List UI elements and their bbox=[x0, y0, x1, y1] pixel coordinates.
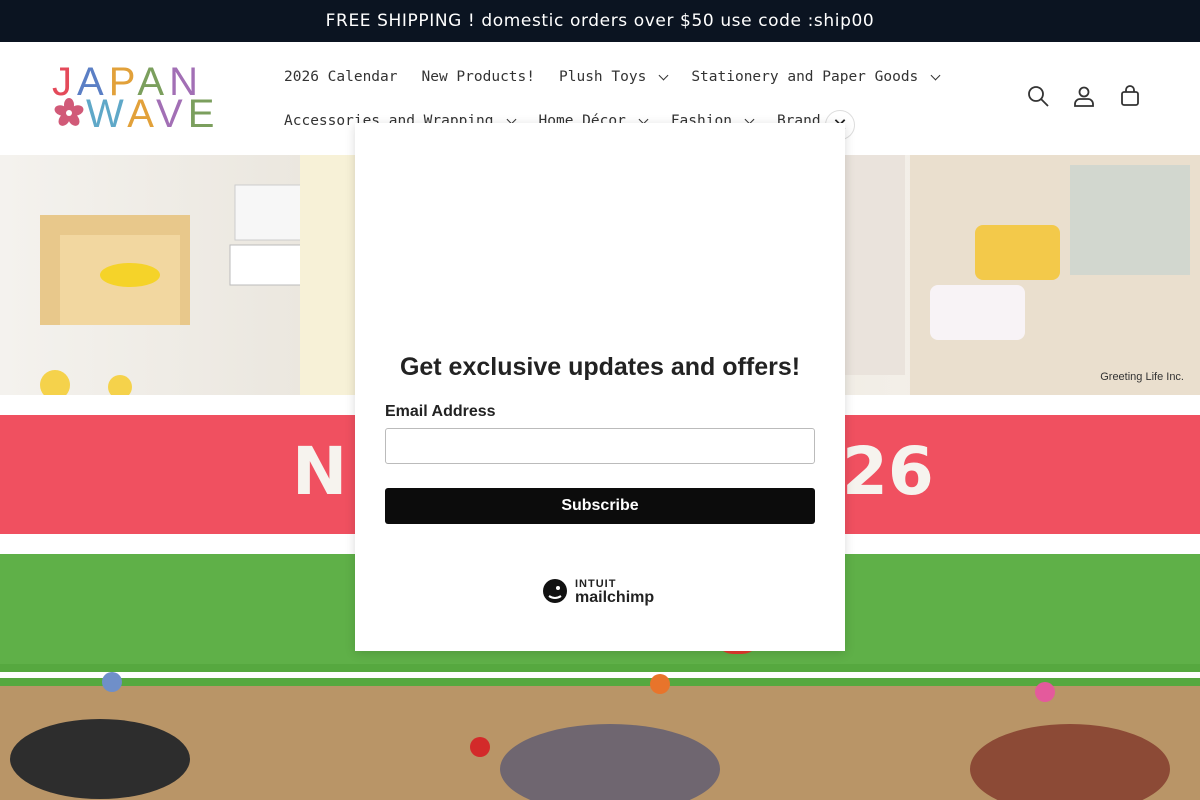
banner-credit: Greeting Life Inc. bbox=[1100, 371, 1184, 383]
nav-item-2026-calendar[interactable]: 2026 Calendar bbox=[272, 69, 410, 85]
banner-text-right: 26 bbox=[842, 433, 934, 510]
nav-item-label: 2026 Calendar bbox=[284, 69, 398, 85]
nav-item-label: New Products! bbox=[421, 69, 536, 85]
logo-letter: A bbox=[127, 92, 156, 136]
banner-text-left: N bbox=[292, 433, 348, 510]
account-icon[interactable] bbox=[1072, 84, 1096, 108]
logo-letter: W bbox=[86, 92, 128, 136]
logo-letter: V bbox=[156, 92, 188, 136]
nav-item-new-products[interactable]: New Products! bbox=[410, 69, 548, 85]
logo-letter: E bbox=[187, 92, 220, 136]
mailchimp-line-2: mailchimp bbox=[575, 589, 655, 606]
subscribe-button[interactable]: Subscribe bbox=[385, 488, 815, 524]
newsletter-popup: Get exclusive updates and offers! Email … bbox=[355, 123, 845, 651]
cart-icon[interactable] bbox=[1118, 84, 1142, 108]
mailchimp-logo[interactable]: INTUIT mailchimp bbox=[539, 575, 654, 607]
nav-item-label: Plush Toys bbox=[559, 69, 647, 85]
email-input[interactable] bbox=[385, 428, 815, 464]
site-logo[interactable]: JAPAN WAVE bbox=[52, 62, 246, 134]
nav-item-plush-toys[interactable]: Plush Toys bbox=[547, 69, 679, 85]
nav-row-1: 2026 Calendar New Products! Plush Toys Stat… bbox=[272, 55, 972, 99]
sakura-icon bbox=[54, 98, 84, 126]
nav-item-stationery-and-paper-goods[interactable]: Stationery and Paper Goods bbox=[679, 69, 951, 85]
mailchimp-wordmark: INTUIT mailchimp bbox=[575, 578, 655, 606]
announcement-text: FREE SHIPPING ! domestic orders over $50… bbox=[325, 11, 875, 31]
header-icons bbox=[1026, 84, 1142, 108]
popup-title: Get exclusive updates and offers! bbox=[399, 353, 801, 381]
chevron-down-icon bbox=[658, 70, 669, 80]
announcement-bar: FREE SHIPPING ! domestic orders over $50… bbox=[0, 0, 1200, 42]
search-icon[interactable] bbox=[1026, 84, 1050, 108]
chevron-down-icon bbox=[930, 70, 941, 80]
email-label: Email Address bbox=[385, 403, 496, 420]
mailchimp-icon bbox=[543, 579, 567, 603]
nav-item-label: Stationery and Paper Goods bbox=[691, 69, 919, 85]
